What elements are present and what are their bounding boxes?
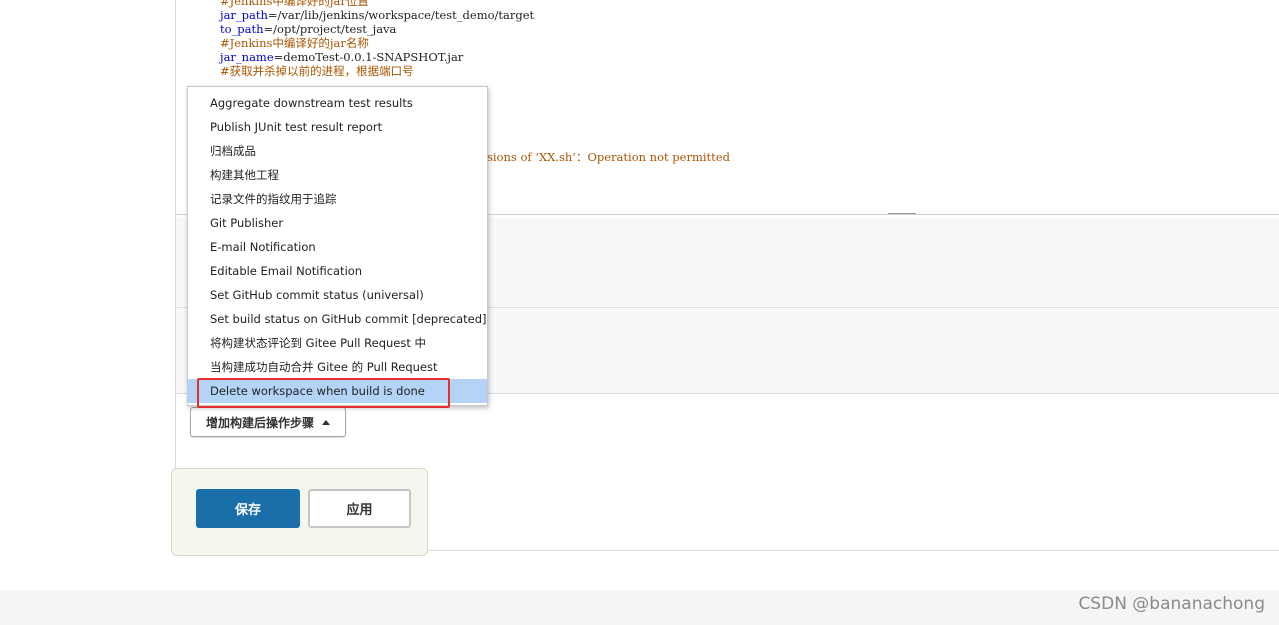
menu-item-gitee-auto-merge[interactable]: 当构建成功自动合并 Gitee 的 Pull Request bbox=[188, 355, 487, 379]
menu-item-git-publisher[interactable]: Git Publisher bbox=[188, 211, 487, 235]
menu-item-aggregate-downstream[interactable]: Aggregate downstream test results bbox=[188, 91, 487, 115]
script-code[interactable]: #Jenkins中编译好的jar位置 jar_path=/var/lib/jen… bbox=[220, 0, 534, 78]
code-line-comment: #获取并杀掉以前的进程，根据端口号 bbox=[220, 64, 414, 78]
annotation-highlight-box bbox=[197, 378, 450, 408]
apply-button[interactable]: 应用 bbox=[308, 489, 411, 528]
add-post-build-step-label: 增加构建后操作步骤 bbox=[205, 415, 314, 430]
post-build-action-menu: Aggregate downstream test results Publis… bbox=[187, 86, 488, 406]
menu-item-archive-artifacts[interactable]: 归档成品 bbox=[188, 139, 487, 163]
error-text: sions of ‘XX.sh’：Operation not permitted bbox=[487, 150, 730, 164]
watermark: CSDN @bananachong bbox=[1078, 594, 1265, 614]
menu-item-publish-junit[interactable]: Publish JUnit test result report bbox=[188, 115, 487, 139]
code-var-value: =demoTest-0.0.1-SNAPSHOT.jar bbox=[273, 50, 464, 64]
menu-item-fingerprint[interactable]: 记录文件的指纹用于追踪 bbox=[188, 187, 487, 211]
caret-up-icon bbox=[322, 419, 330, 425]
code-var-name: to_path bbox=[220, 22, 264, 36]
menu-item-gitee-comment[interactable]: 将构建状态评论到 Gitee Pull Request 中 bbox=[188, 331, 487, 355]
code-var-name: jar_path bbox=[220, 8, 268, 22]
menu-item-github-commit-status[interactable]: Set GitHub commit status (universal) bbox=[188, 283, 487, 307]
code-var-value: =/var/lib/jenkins/workspace/test_demo/ta… bbox=[267, 8, 535, 22]
code-var-value: =/opt/project/test_java bbox=[263, 22, 397, 36]
code-line-comment: #Jenkins中编译好的jar名称 bbox=[220, 36, 369, 50]
add-post-build-step-button[interactable]: 增加构建后操作步骤 bbox=[190, 407, 346, 437]
menu-item-github-build-status[interactable]: Set build status on GitHub commit [depre… bbox=[188, 307, 487, 331]
code-error-line: sions of ‘XX.sh’：Operation not permitted bbox=[487, 150, 730, 164]
code-var-name: jar_name bbox=[220, 50, 274, 64]
code-line-comment: #Jenkins中编译好的jar位置 bbox=[220, 0, 369, 8]
menu-item-email-notification[interactable]: E-mail Notification bbox=[188, 235, 487, 259]
save-button[interactable]: 保存 bbox=[196, 489, 300, 528]
menu-item-editable-email[interactable]: Editable Email Notification bbox=[188, 259, 487, 283]
menu-item-build-other-projects[interactable]: 构建其他工程 bbox=[188, 163, 487, 187]
